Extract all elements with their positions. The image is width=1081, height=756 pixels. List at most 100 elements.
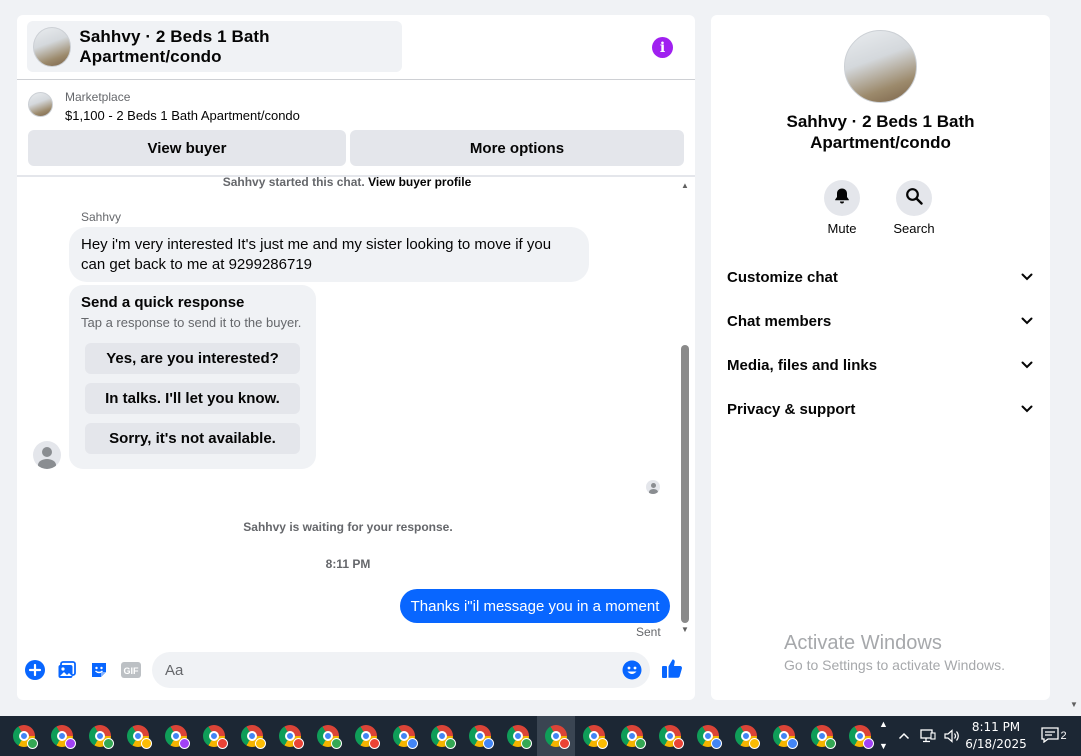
mute-button[interactable] bbox=[824, 180, 860, 216]
chevron-down-icon bbox=[1020, 402, 1034, 416]
profile-badge-icon bbox=[293, 738, 304, 749]
network-icon[interactable] bbox=[918, 716, 938, 756]
scrollbar-thumb[interactable] bbox=[681, 345, 689, 623]
show-hidden-icons-icon[interactable] bbox=[896, 716, 912, 756]
profile-badge-icon bbox=[863, 738, 874, 749]
plus-icon[interactable] bbox=[24, 659, 46, 681]
chat-members-row[interactable]: Chat members bbox=[727, 309, 1034, 333]
system-clock[interactable]: 8:11 PM 6/18/2025 bbox=[962, 716, 1030, 756]
taskbar-chrome-app[interactable] bbox=[537, 716, 575, 756]
emoji-icon[interactable] bbox=[621, 659, 643, 681]
volume-icon[interactable] bbox=[942, 716, 962, 756]
chat-window: Sahhvy · 2 Beds 1 Bath Apartment/condo i… bbox=[17, 15, 695, 700]
quick-response-button[interactable]: In talks. I'll let you know. bbox=[85, 383, 300, 414]
section-label: Media, files and links bbox=[727, 356, 878, 374]
search-label[interactable]: Search bbox=[884, 221, 944, 236]
message-timestamp: 8:11 PM bbox=[325, 557, 371, 571]
quick-response-card: Send a quick response Tap a response to … bbox=[69, 285, 316, 469]
activate-windows-subtitle: Go to Settings to activate Windows. bbox=[784, 657, 1005, 673]
taskbar-scroll[interactable]: ▲ ▼ bbox=[876, 716, 890, 756]
chat-header[interactable]: Sahhvy · 2 Beds 1 Bath Apartment/condo bbox=[27, 21, 402, 72]
info-icon[interactable]: i bbox=[652, 37, 673, 58]
clock-date: 6/18/2025 bbox=[965, 737, 1027, 751]
taskbar-chrome-app[interactable] bbox=[727, 716, 765, 756]
seen-indicator-avatar bbox=[646, 480, 660, 494]
incoming-message-bubble[interactable]: Hey i'm very interested It's just me and… bbox=[69, 227, 589, 282]
like-icon[interactable] bbox=[661, 657, 683, 679]
sticker-icon[interactable] bbox=[88, 659, 110, 681]
quick-response-button[interactable]: Sorry, it's not available. bbox=[85, 423, 300, 454]
notification-count: 2 bbox=[1060, 730, 1067, 742]
profile-badge-icon bbox=[179, 738, 190, 749]
customize-chat-row[interactable]: Customize chat bbox=[727, 265, 1034, 289]
quick-response-subtitle: Tap a response to send it to the buyer. bbox=[81, 315, 302, 330]
taskbar-chrome-app[interactable] bbox=[271, 716, 309, 756]
gif-icon[interactable]: GIF bbox=[120, 659, 142, 681]
taskbar-chrome-app[interactable] bbox=[195, 716, 233, 756]
chat-started-notice: Sahhvy started this chat. View buyer pro… bbox=[17, 175, 677, 189]
chevron-up-icon[interactable]: ▲ bbox=[879, 719, 888, 729]
message-scrollbar[interactable]: ▲ ▼ bbox=[679, 177, 691, 637]
taskbar-chrome-app[interactable] bbox=[157, 716, 195, 756]
quick-response-button[interactable]: Yes, are you interested? bbox=[85, 343, 300, 374]
privacy-support-row[interactable]: Privacy & support bbox=[727, 397, 1034, 421]
chevron-down-icon bbox=[1020, 270, 1034, 284]
chevron-down-icon bbox=[1020, 314, 1034, 328]
listing-small-thumbnail[interactable] bbox=[28, 92, 53, 117]
quick-response-title: Send a quick response bbox=[81, 294, 245, 311]
profile-badge-icon bbox=[331, 738, 342, 749]
page-scroll-down-arrow-icon[interactable]: ▼ bbox=[1070, 700, 1078, 709]
profile-badge-icon bbox=[217, 738, 228, 749]
taskbar-chrome-app[interactable] bbox=[689, 716, 727, 756]
taskbar-chrome-app[interactable] bbox=[423, 716, 461, 756]
taskbar-chrome-app[interactable] bbox=[841, 716, 879, 756]
profile-badge-icon bbox=[369, 738, 380, 749]
search-icon bbox=[905, 187, 923, 210]
panel-listing-thumbnail bbox=[844, 30, 917, 103]
outgoing-message-bubble[interactable]: Thanks i"il message you in a moment bbox=[400, 589, 670, 623]
profile-badge-icon bbox=[103, 738, 114, 749]
taskbar-chrome-app[interactable] bbox=[803, 716, 841, 756]
scroll-up-arrow-icon[interactable]: ▲ bbox=[681, 181, 689, 190]
taskbar-chrome-app[interactable] bbox=[233, 716, 271, 756]
media-files-links-row[interactable]: Media, files and links bbox=[727, 353, 1034, 377]
view-buyer-button[interactable]: View buyer bbox=[28, 130, 346, 166]
taskbar-chrome-app[interactable] bbox=[651, 716, 689, 756]
chat-started-text: Sahhvy started this chat. bbox=[222, 175, 365, 189]
taskbar-chrome-app[interactable] bbox=[461, 716, 499, 756]
taskbar-chrome-app[interactable] bbox=[5, 716, 43, 756]
taskbar-chrome-app[interactable] bbox=[613, 716, 651, 756]
search-in-chat-button[interactable] bbox=[896, 180, 932, 216]
profile-badge-icon bbox=[559, 738, 570, 749]
listing-price-title[interactable]: $1,100 - 2 Beds 1 Bath Apartment/condo bbox=[65, 108, 300, 123]
notification-center-button[interactable]: 2 bbox=[1036, 716, 1072, 756]
profile-badge-icon bbox=[407, 738, 418, 749]
sent-status: Sent bbox=[636, 625, 661, 639]
message-input[interactable] bbox=[152, 652, 650, 688]
waiting-notice: Sahhvy is waiting for your response. bbox=[243, 520, 453, 534]
taskbar-chrome-app[interactable] bbox=[347, 716, 385, 756]
mute-label[interactable]: Mute bbox=[812, 221, 872, 236]
taskbar-chrome-app[interactable] bbox=[119, 716, 157, 756]
view-buyer-profile-link[interactable]: View buyer profile bbox=[368, 175, 471, 189]
taskbar-chrome-app[interactable] bbox=[499, 716, 537, 756]
taskbar-chrome-app[interactable] bbox=[81, 716, 119, 756]
listing-source: Marketplace bbox=[65, 90, 131, 104]
profile-badge-icon bbox=[787, 738, 798, 749]
scroll-down-arrow-icon[interactable]: ▼ bbox=[681, 625, 689, 634]
more-options-button[interactable]: More options bbox=[350, 130, 684, 166]
profile-badge-icon bbox=[521, 738, 532, 749]
image-icon[interactable] bbox=[56, 659, 78, 681]
taskbar-chrome-app[interactable] bbox=[43, 716, 81, 756]
profile-badge-icon bbox=[711, 738, 722, 749]
section-label: Customize chat bbox=[727, 268, 838, 286]
listing-thumbnail bbox=[33, 26, 72, 67]
taskbar-chrome-app[interactable] bbox=[385, 716, 423, 756]
profile-badge-icon bbox=[255, 738, 266, 749]
taskbar-chrome-app[interactable] bbox=[575, 716, 613, 756]
buyer-avatar[interactable] bbox=[33, 441, 61, 469]
chevron-down-icon[interactable]: ▼ bbox=[879, 741, 888, 751]
taskbar-chrome-app[interactable] bbox=[309, 716, 347, 756]
chevron-down-icon bbox=[1020, 358, 1034, 372]
taskbar-chrome-app[interactable] bbox=[765, 716, 803, 756]
